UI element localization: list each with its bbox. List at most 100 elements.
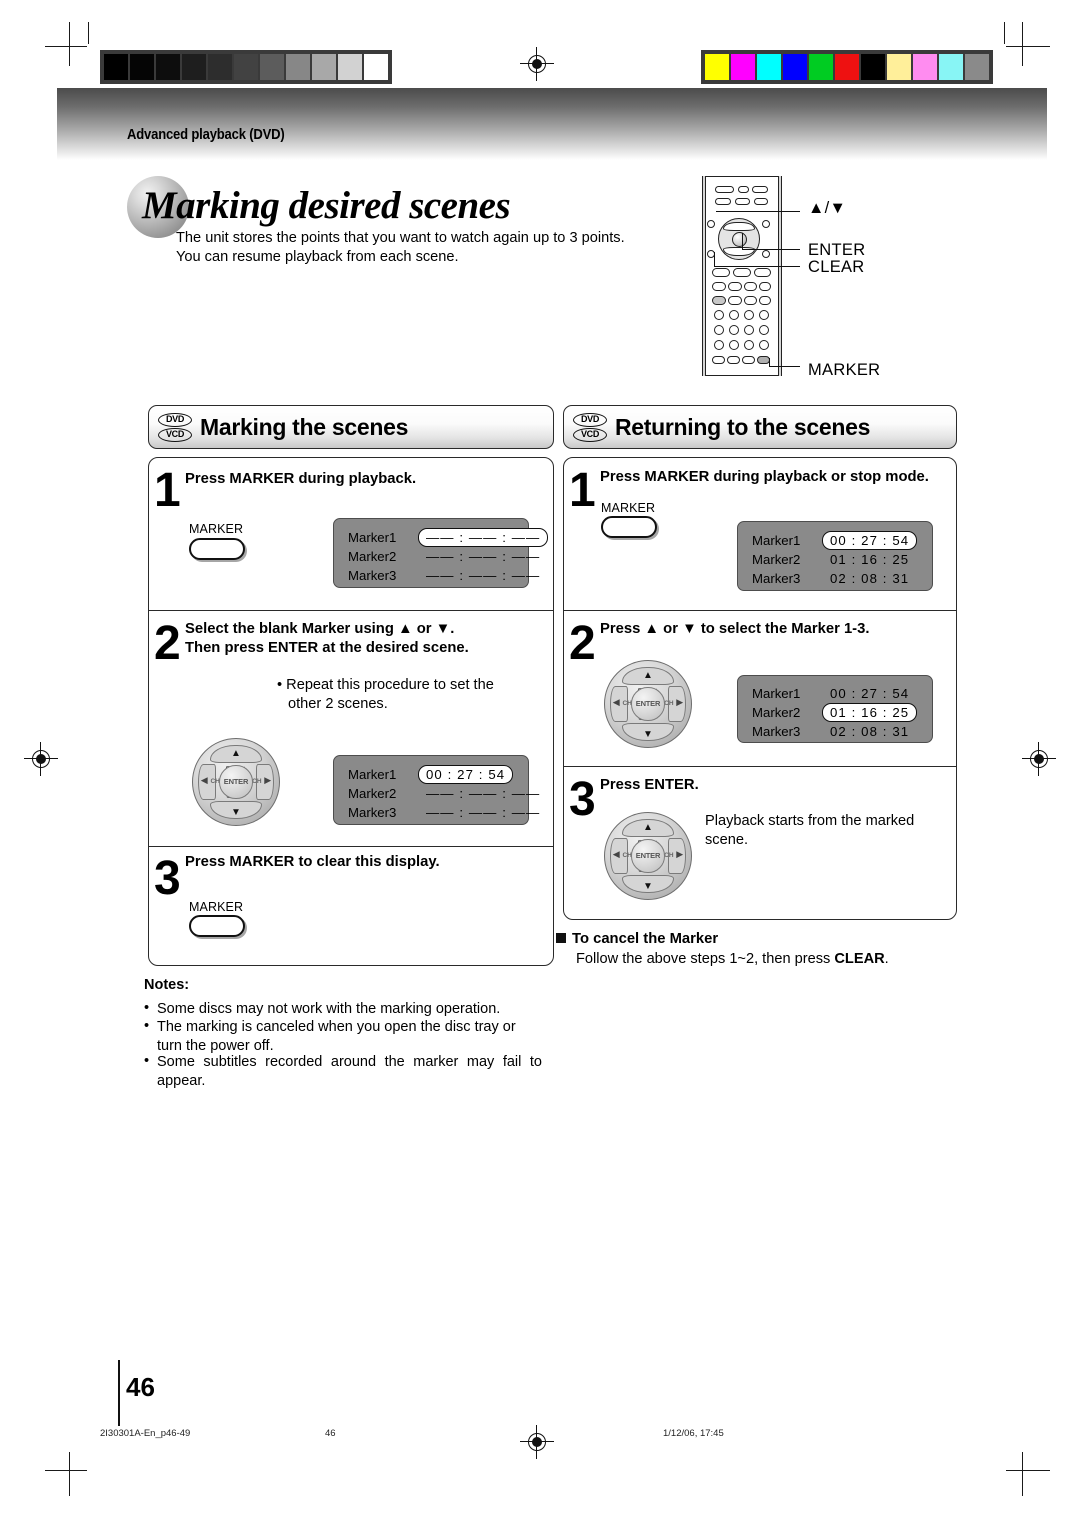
remote-button-top-1 <box>715 186 734 193</box>
marking-step-3-text: Press MARKER to clear this display. <box>185 854 440 870</box>
marking-step-2-bullet-line-2: other 2 scenes. <box>288 696 388 712</box>
callout-leader-enter <box>742 249 800 251</box>
dpad-ch-plus-label: CH <box>664 699 674 707</box>
marking-step-1-osd: Marker1 —— : —— : —— Marker2 —— : —— : —… <box>333 518 549 588</box>
remote-button-row3-1 <box>712 268 730 277</box>
color-swatch-1 <box>731 54 755 80</box>
grayscale-calibration-strip <box>100 50 392 84</box>
dpad-up-icon: ▲ <box>231 747 241 759</box>
page-header-band <box>57 88 1047 160</box>
gray-swatch-7 <box>286 54 310 80</box>
returning-step-1-osd: Marker1 00 : 27 : 54 Marker2 01 : 16 : 2… <box>737 521 933 591</box>
remote-enter-button <box>732 232 747 247</box>
note-bullet-icon: • <box>144 1053 150 1069</box>
filled-square-icon <box>556 933 566 943</box>
callout-label-updown: ▲/▼ <box>808 199 847 217</box>
disc-type-badges-left: DVD VCD <box>158 412 192 442</box>
osd-marker-label: Marker3 <box>752 571 801 586</box>
note-item: • Some discs may not work with the marki… <box>144 1000 544 1019</box>
remote-control-illustration <box>694 176 790 376</box>
registration-mark-bottom-center <box>520 1425 554 1459</box>
dpad-down-icon: ▼ <box>643 729 653 741</box>
note-item-text: Some discs may not work with the marking… <box>157 1001 501 1017</box>
gray-swatch-8 <box>312 54 336 80</box>
crop-line-top-right-v <box>1022 22 1024 66</box>
note-item: • Some subtitles recorded around the mar… <box>144 1053 544 1091</box>
osd-marker-label: Marker3 <box>348 568 397 583</box>
vcd-badge: VCD <box>158 427 192 442</box>
footer-file-reference: 2I30301A-En_p46-49 <box>100 1428 191 1439</box>
disc-type-badges-right: DVD VCD <box>573 412 607 442</box>
dpad-left-icon: ◀ <box>200 774 208 785</box>
remote-numpad-6 <box>729 325 739 335</box>
returning-step-3-body-line-2: scene. <box>705 832 748 848</box>
color-swatch-7 <box>887 54 911 80</box>
osd-marker-time: —— : —— : —— <box>426 786 541 801</box>
remote-button-row2-1 <box>715 198 731 205</box>
dpad-enter-label: ENTER <box>223 777 249 787</box>
osd-marker-label: Marker3 <box>752 724 801 739</box>
page-number: 46 <box>126 1372 155 1402</box>
callout-leader-updown <box>716 211 800 213</box>
cancel-marker-heading-text: To cancel the Marker <box>572 931 719 947</box>
color-swatch-5 <box>835 54 859 80</box>
marking-step-divider-2 <box>149 846 553 848</box>
registration-mark-top-center <box>520 47 554 81</box>
dpad-ch-plus-label: CH <box>664 851 674 859</box>
remote-up-arrow <box>723 222 755 231</box>
crop-line-bottom-left-h <box>45 1470 87 1472</box>
osd-marker-label: Marker2 <box>752 705 801 720</box>
osd-marker-label: Marker2 <box>348 549 397 564</box>
osd-marker-time: 02 : 08 : 31 <box>830 571 910 586</box>
crop-line-bottom-left-v <box>69 1452 71 1496</box>
callout-label-clear: CLEAR <box>808 258 865 276</box>
remote-numpad-7 <box>744 325 754 335</box>
gray-swatch-6 <box>260 54 284 80</box>
dpad-enter-button: ENTER <box>219 765 253 799</box>
intro-line-2: You can resume playback from each scene. <box>176 249 459 265</box>
marking-step-1-marker-key <box>189 538 245 560</box>
remote-button-row5-3 <box>744 296 757 305</box>
remote-button-row3-3 <box>754 268 771 277</box>
marking-step-2-line-1: Select the blank Marker using ▲ or ▼. <box>185 621 455 637</box>
crop-line-top-right-h <box>1006 46 1050 48</box>
osd-marker-time: 01 : 16 : 25 <box>822 703 918 722</box>
dpad-right-icon: ▶ <box>676 848 684 859</box>
crop-line-top-edge-right <box>1004 22 1006 44</box>
dpad-right-icon: ▶ <box>264 774 272 785</box>
remote-numpad-12 <box>759 340 769 350</box>
osd-row: Marker1 —— : —— : —— <box>348 528 549 547</box>
registration-mark-right-middle <box>1022 742 1056 776</box>
page-title: Marking desired scenes <box>142 184 511 227</box>
remote-numpad-9 <box>714 340 724 350</box>
marking-step-2-osd: Marker1 00 : 27 : 54 Marker2 —— : —— : —… <box>333 755 539 825</box>
remote-button-top-2 <box>738 186 749 193</box>
callout-leader-marker <box>769 366 800 368</box>
cancel-marker-body-post: . <box>884 951 889 967</box>
color-swatch-4 <box>809 54 833 80</box>
osd-marker-label: Marker3 <box>348 805 397 820</box>
osd-row: Marker3 —— : —— : —— <box>348 803 548 822</box>
callout-leader-clear <box>714 266 800 268</box>
crop-line-top-left-h <box>45 46 87 48</box>
callout-leader-marker-stem <box>769 358 771 367</box>
dvd-badge-right: DVD <box>573 412 607 427</box>
osd-row: Marker1 00 : 27 : 54 <box>752 684 917 703</box>
cancel-marker-body-pre: Follow the above steps 1~2, then press <box>576 951 835 967</box>
callout-label-marker: MARKER <box>808 361 881 379</box>
osd-marker-label: Marker1 <box>752 686 801 701</box>
section-heading-marking: Marking the scenes <box>200 413 409 440</box>
osd-marker-time: —— : —— : —— <box>426 549 541 564</box>
intro-paragraph: The unit stores the points that you want… <box>176 229 696 267</box>
crop-line-top-left-v <box>69 22 71 66</box>
section-label: Advanced playback (DVD) <box>127 127 285 143</box>
returning-step-3-dpad: ▲ ▼ SET + SET - CH CH ◀ ▶ ENTER <box>604 812 692 900</box>
dpad-left-icon: ◀ <box>612 696 620 707</box>
remote-numpad-3 <box>744 310 754 320</box>
color-swatch-6 <box>861 54 885 80</box>
remote-button-row4-1 <box>712 282 726 291</box>
marking-step-2-number: 2 <box>154 617 181 670</box>
gray-swatch-9 <box>338 54 362 80</box>
remote-numpad-1 <box>714 310 724 320</box>
dpad-enter-button: ENTER <box>631 839 665 873</box>
